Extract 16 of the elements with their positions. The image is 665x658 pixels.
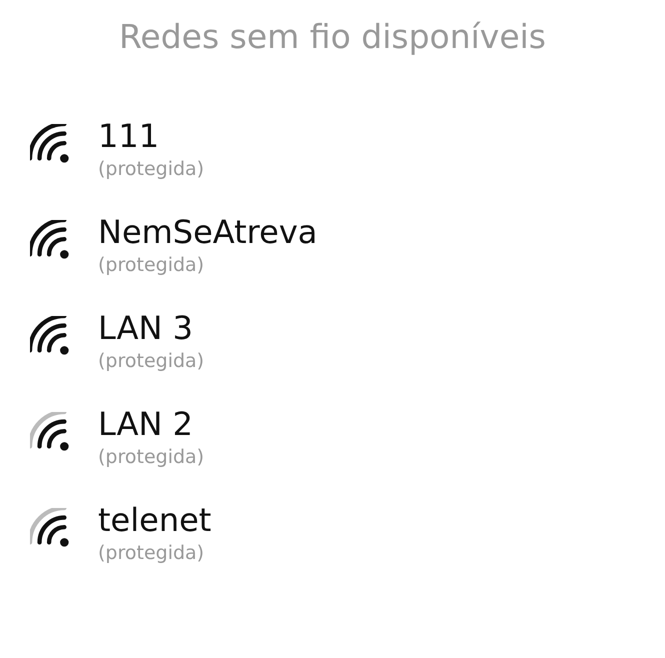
network-status: (protegida) (98, 157, 204, 182)
network-status: (protegida) (98, 349, 204, 374)
network-status: (protegida) (98, 253, 206, 278)
network-item[interactable]: LAN 2 (protegida) (0, 404, 665, 470)
network-status: (protegida) (98, 445, 204, 470)
section-title: Redes sem fio disponíveis (118, 16, 547, 58)
network-item[interactable]: LAN 3 (protegida) (0, 308, 665, 374)
network-name: LAN 2 (98, 404, 194, 444)
network-status: (protegida) (98, 541, 206, 566)
network-item[interactable]: telenet (protegida) (0, 500, 665, 566)
network-name: LAN 3 (98, 308, 194, 348)
network-name: NemSeAtreva (98, 212, 318, 252)
network-name: 111 (98, 116, 160, 156)
network-item[interactable]: NemSeAtreva (protegida) (0, 212, 665, 278)
network-item[interactable]: 111 (protegida) (0, 116, 665, 182)
network-name: telenet (98, 500, 212, 540)
